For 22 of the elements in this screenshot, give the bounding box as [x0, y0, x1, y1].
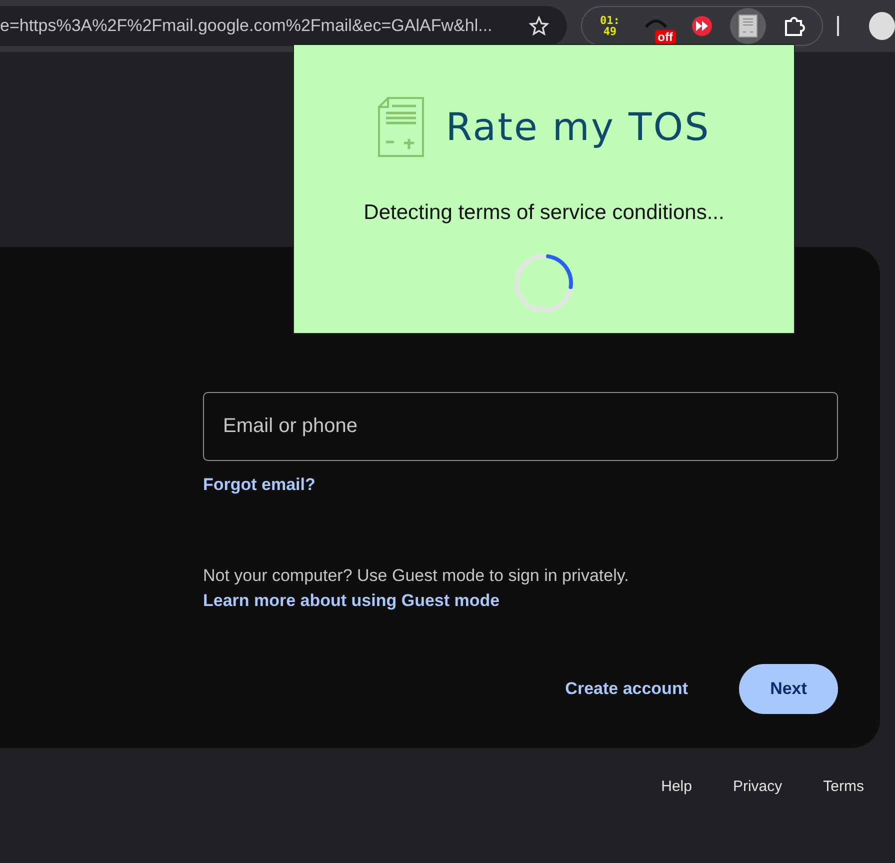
- document-icon: [378, 97, 424, 157]
- forgot-email-link[interactable]: Forgot email?: [203, 475, 316, 495]
- document-icon[interactable]: [738, 14, 758, 38]
- status-badge: off: [654, 30, 676, 44]
- guest-mode-link[interactable]: Learn more about using Guest mode: [203, 591, 500, 610]
- puzzle-icon[interactable]: [782, 15, 805, 37]
- email-field[interactable]: Email or phone: [203, 392, 838, 461]
- guest-mode-note: Not your computer? Use Guest mode to sign in privately. Learn more about using Guest mode: [203, 565, 630, 612]
- url-text: e=https%3A%2F%2Fmail.google.com%2Fmail&ec=GAlAFw&hl...: [0, 16, 492, 36]
- next-button[interactable]: Next: [739, 664, 838, 714]
- footer-link[interactable]: Help: [661, 778, 692, 795]
- footer-link[interactable]: Terms: [823, 778, 864, 795]
- fast-forward-icon[interactable]: [690, 15, 713, 37]
- status-text: Detecting terms of service conditions...: [364, 201, 724, 225]
- footer-link[interactable]: Privacy: [732, 778, 782, 795]
- address-bar[interactable]: e=https%3A%2F%2Fmail.google.com%2Fmail&ec=GAlAFw&hl...: [0, 6, 567, 46]
- star-icon[interactable]: [528, 16, 549, 36]
- profile-avatar[interactable]: [868, 12, 895, 40]
- loading-spinner: [514, 253, 574, 313]
- timer-icon[interactable]: 01: 49: [600, 15, 620, 37]
- create-account-button[interactable]: Create account: [548, 667, 705, 711]
- app-title: Rate my TOS: [446, 105, 710, 149]
